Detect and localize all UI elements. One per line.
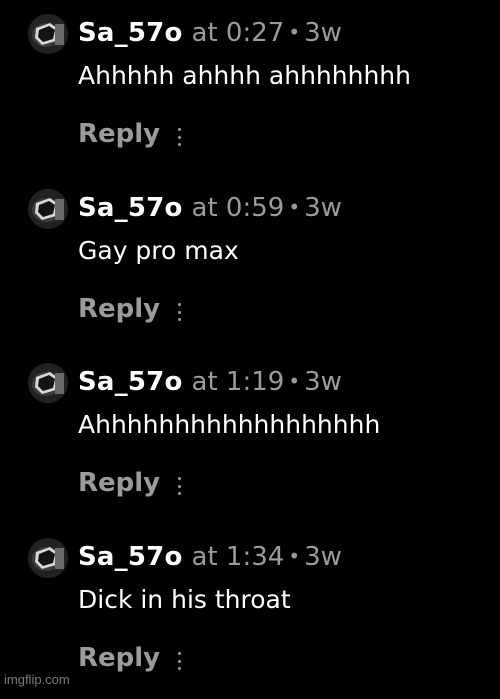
- comment-item: Sa_57o at 1:19 • 3w Ahhhhhhhhhhhhhhhhhh Rep…: [0, 349, 500, 524]
- video-timestamp[interactable]: 1:19: [226, 367, 284, 397]
- avatar[interactable]: [28, 14, 68, 54]
- avatar[interactable]: [28, 538, 68, 578]
- reply-button[interactable]: Reply: [78, 643, 160, 673]
- comment-actions: Reply: [78, 463, 184, 503]
- more-options-icon[interactable]: [174, 297, 184, 321]
- comment-text: Ahhhhh ahhhh ahhhhhhhh: [78, 61, 411, 90]
- username[interactable]: Sa_57o: [78, 542, 183, 572]
- more-options-icon[interactable]: [174, 471, 184, 495]
- reply-button[interactable]: Reply: [78, 294, 160, 324]
- comment-actions: Reply: [78, 114, 184, 154]
- comment-item: Sa_57o at 1:34 • 3w Dick in his throat Repl…: [0, 524, 500, 699]
- avatar-icon: [28, 14, 68, 54]
- avatar[interactable]: [28, 363, 68, 403]
- comment-actions: Reply: [78, 638, 184, 678]
- comment-age: 3w: [304, 542, 342, 572]
- comment-age: 3w: [304, 367, 342, 397]
- at-prefix: at: [191, 367, 218, 397]
- avatar[interactable]: [28, 189, 68, 229]
- separator: •: [288, 195, 301, 219]
- comment-text: Dick in his throat: [78, 585, 291, 614]
- comment-age: 3w: [304, 193, 342, 223]
- watermark: imgflip.com: [4, 672, 70, 687]
- video-timestamp[interactable]: 0:59: [226, 193, 284, 223]
- comment-actions: Reply: [78, 289, 184, 329]
- username[interactable]: Sa_57o: [78, 193, 183, 223]
- comment-header: Sa_57o at 1:19 • 3w: [78, 361, 342, 402]
- avatar-icon: [28, 538, 68, 578]
- username[interactable]: Sa_57o: [78, 367, 183, 397]
- separator: •: [288, 20, 301, 44]
- comment-item: Sa_57o at 0:27 • 3w Ahhhhh ahhhh ahhhhhhhh …: [0, 0, 500, 175]
- avatar-icon: [28, 363, 68, 403]
- comment-item: Sa_57o at 0:59 • 3w Gay pro max Reply: [0, 175, 500, 350]
- more-options-icon[interactable]: [174, 122, 184, 146]
- username[interactable]: Sa_57o: [78, 18, 183, 48]
- comment-text: Ahhhhhhhhhhhhhhhhhh: [78, 410, 381, 439]
- comment-header: Sa_57o at 1:34 • 3w: [78, 536, 342, 577]
- reply-button[interactable]: Reply: [78, 119, 160, 149]
- comment-header: Sa_57o at 0:59 • 3w: [78, 187, 342, 228]
- at-prefix: at: [191, 18, 218, 48]
- comment-text: Gay pro max: [78, 236, 239, 265]
- comment-header: Sa_57o at 0:27 • 3w: [78, 12, 342, 53]
- at-prefix: at: [191, 542, 218, 572]
- comment-age: 3w: [304, 18, 342, 48]
- at-prefix: at: [191, 193, 218, 223]
- separator: •: [288, 369, 301, 393]
- video-timestamp[interactable]: 1:34: [226, 542, 284, 572]
- separator: •: [288, 544, 301, 568]
- reply-button[interactable]: Reply: [78, 468, 160, 498]
- video-timestamp[interactable]: 0:27: [226, 18, 284, 48]
- avatar-icon: [28, 189, 68, 229]
- more-options-icon[interactable]: [174, 646, 184, 670]
